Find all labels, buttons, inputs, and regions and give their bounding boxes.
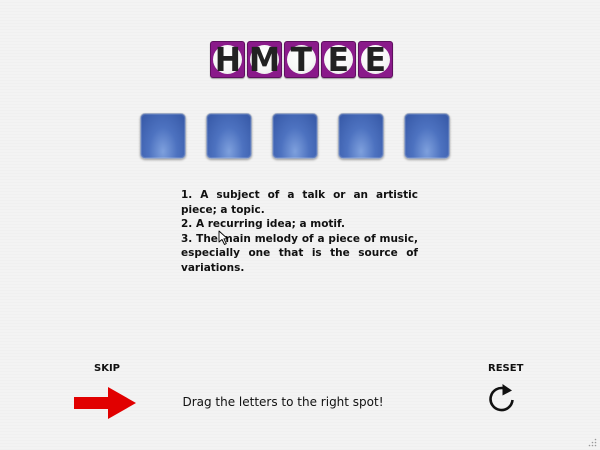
- answer-slot[interactable]: [140, 113, 186, 159]
- letter-disc: E: [324, 40, 353, 79]
- refresh-icon[interactable]: [486, 383, 518, 415]
- letter-tiles: H M T E E: [210, 41, 393, 78]
- answer-slot[interactable]: [272, 113, 318, 159]
- reset-label: RESET: [488, 363, 524, 374]
- letter: M: [248, 40, 281, 79]
- answer-slot[interactable]: [404, 113, 450, 159]
- letter: H: [214, 40, 241, 79]
- letter-disc: T: [287, 40, 316, 79]
- letter-tile[interactable]: E: [321, 41, 356, 78]
- definition-2: 2. A recurring idea; a motif.: [181, 218, 346, 230]
- letter: T: [290, 40, 313, 79]
- game-screen: H M T E E 1. A subject of a talk or an a…: [0, 0, 600, 450]
- skip-label: SKIP: [94, 363, 121, 374]
- letter-disc: M: [248, 40, 281, 79]
- letter: E: [364, 40, 387, 79]
- letter-tile[interactable]: M: [247, 41, 282, 78]
- letter-tile[interactable]: E: [358, 41, 393, 78]
- letter: E: [327, 40, 350, 79]
- letter-disc: E: [361, 40, 390, 79]
- answer-slots: [140, 113, 450, 159]
- instruction-text: Drag the letters to the right spot!: [182, 395, 384, 409]
- answer-slot[interactable]: [338, 113, 384, 159]
- definition-1: 1. A subject of a talk or an artistic pi…: [181, 189, 418, 216]
- definitions: 1. A subject of a talk or an artistic pi…: [181, 188, 418, 275]
- letter-disc: H: [213, 40, 242, 79]
- letter-tile[interactable]: T: [284, 41, 319, 78]
- resize-grip-icon[interactable]: [588, 438, 597, 447]
- answer-slot[interactable]: [206, 113, 252, 159]
- definition-3: 3. The main melody of a piece of music, …: [181, 232, 418, 274]
- letter-tile[interactable]: H: [210, 41, 245, 78]
- mouse-cursor-icon: [218, 230, 229, 245]
- right-arrow-icon[interactable]: [72, 385, 138, 421]
